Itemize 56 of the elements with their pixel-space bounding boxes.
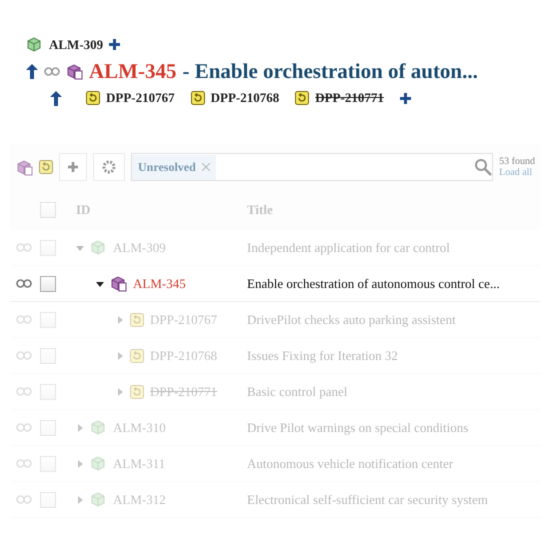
story-icon bbox=[39, 160, 53, 174]
document-cube-icon bbox=[66, 63, 83, 80]
story-icon bbox=[190, 91, 205, 105]
issue-key: ALM-345 bbox=[89, 59, 176, 84]
child-issue-link[interactable]: DPP-210768 bbox=[210, 90, 280, 106]
issue-title: DrivePilot checks auto parking assistent bbox=[247, 312, 456, 328]
story-icon bbox=[86, 91, 100, 105]
child-issue-link[interactable]: DPP-210767 bbox=[106, 90, 175, 106]
child-issue-link[interactable]: DPP-210771 bbox=[315, 90, 384, 106]
up-arrow-icon[interactable] bbox=[26, 64, 38, 79]
issue-title: - Enable orchestration of auton... bbox=[182, 59, 478, 84]
select-all-checkbox[interactable] bbox=[40, 202, 56, 218]
document-cube-icon bbox=[16, 158, 33, 176]
expand-arrow-icon[interactable] bbox=[76, 424, 84, 432]
filter-chip[interactable]: Unresolved bbox=[132, 154, 216, 180]
cube-icon bbox=[90, 455, 107, 472]
cube-icon bbox=[26, 36, 43, 53]
load-all-link[interactable]: Load all bbox=[499, 167, 535, 178]
add-icon[interactable] bbox=[109, 39, 120, 50]
expand-arrow-icon[interactable] bbox=[76, 460, 84, 468]
link-icon[interactable] bbox=[44, 67, 60, 76]
issue-title: Drive Pilot warnings on special conditions bbox=[247, 420, 468, 436]
settings-icon bbox=[102, 160, 116, 174]
search-icon[interactable] bbox=[474, 158, 492, 176]
story-icon bbox=[130, 312, 144, 326]
cube-icon bbox=[90, 419, 107, 436]
issue-key[interactable]: ALM-345 bbox=[133, 276, 186, 292]
story-icon bbox=[130, 384, 144, 398]
expand-arrow-icon[interactable] bbox=[116, 316, 124, 324]
filter-field[interactable]: Unresolved bbox=[131, 153, 494, 181]
document-cube-icon bbox=[110, 275, 127, 292]
link-icon[interactable] bbox=[16, 279, 32, 288]
issue-title: Autonomous vehicle notification center bbox=[247, 456, 454, 472]
issue-title: Electronical self-sufficient car security system bbox=[247, 492, 488, 508]
settings-menu-button[interactable] bbox=[93, 153, 125, 181]
expand-arrow-icon[interactable] bbox=[116, 352, 124, 360]
row-checkbox[interactable] bbox=[40, 276, 56, 292]
add-icon[interactable] bbox=[400, 92, 411, 104]
parent-issue-link[interactable]: ALM-309 bbox=[49, 36, 104, 52]
story-icon bbox=[295, 91, 310, 105]
issue-title: Basic control panel bbox=[247, 384, 348, 400]
up-arrow-icon[interactable] bbox=[50, 90, 62, 106]
close-icon[interactable] bbox=[202, 163, 210, 171]
issue-title: Issues Fixing for Iteration 32 bbox=[247, 348, 398, 364]
expand-arrow-icon[interactable] bbox=[116, 388, 124, 396]
issue-title: Enable orchestration of autonomous control ce... bbox=[247, 276, 500, 292]
cube-icon bbox=[90, 491, 107, 508]
add-icon bbox=[68, 162, 78, 172]
add-menu-button[interactable] bbox=[59, 153, 87, 181]
table-row[interactable]: ALM-345 Enable orchestration of autonomous control ce... bbox=[10, 266, 541, 302]
expand-arrow-icon[interactable] bbox=[76, 496, 84, 504]
story-icon bbox=[130, 348, 144, 362]
issue-title: Independent application for car control bbox=[247, 240, 450, 256]
cube-icon bbox=[90, 239, 107, 256]
result-count: 53 found bbox=[499, 156, 535, 167]
collapse-arrow-icon[interactable] bbox=[96, 280, 104, 288]
